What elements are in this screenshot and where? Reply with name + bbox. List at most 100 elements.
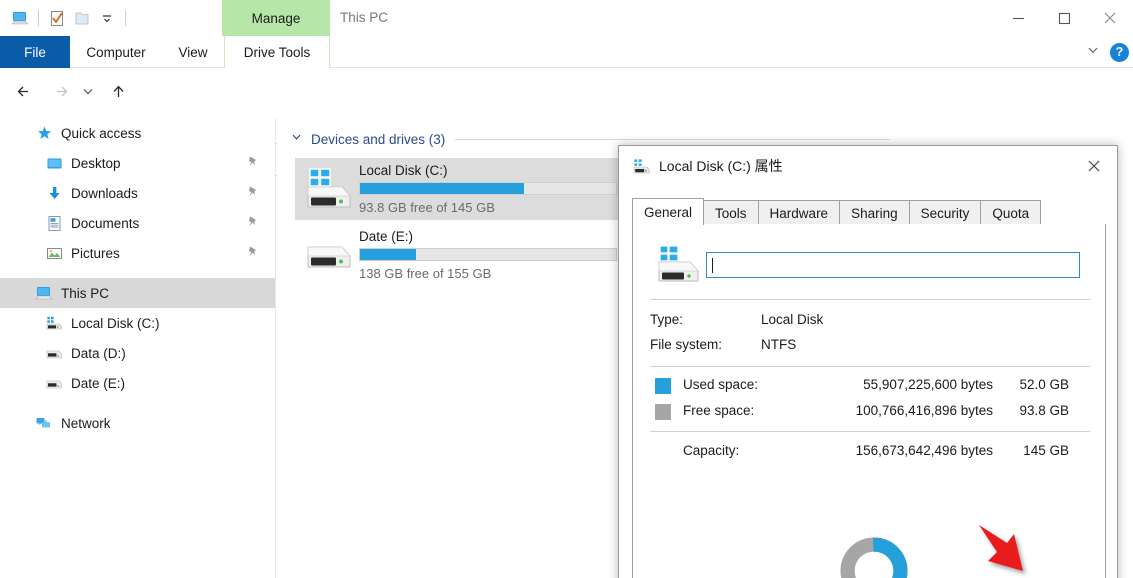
capacity-bytes: 156,673,642,496 bytes — [823, 443, 993, 458]
network-icon — [34, 413, 54, 433]
sidebar-item-label: Data (D:) — [71, 346, 126, 361]
tab-tools[interactable]: Tools — [703, 200, 759, 225]
pin-icon[interactable] — [246, 155, 259, 171]
recent-locations-icon[interactable] — [76, 75, 100, 107]
sidebar-item-documents[interactable]: Documents — [0, 208, 275, 238]
sidebar-item-pictures[interactable]: Pictures — [0, 238, 275, 268]
windows-drive-icon — [44, 313, 64, 333]
capacity-label: Capacity: — [683, 443, 739, 458]
navigation-pane: Quick access Desktop Downloads Docume — [0, 118, 276, 578]
tab-computer[interactable]: Computer — [70, 36, 162, 68]
divider-1 — [650, 299, 1090, 300]
toolbar-divider — [38, 10, 39, 26]
sidebar-item-network[interactable]: Network — [0, 408, 275, 438]
free-space-gb: 93.8 GB — [1003, 403, 1069, 418]
this-pc-icon[interactable] — [10, 8, 30, 28]
free-space-label: Free space: — [683, 403, 754, 418]
divider-3 — [650, 431, 1090, 432]
title-bar: Manage This PC — [0, 0, 1133, 36]
close-button[interactable] — [1087, 0, 1133, 36]
pin-icon[interactable] — [246, 185, 259, 201]
sidebar-item-label: This PC — [61, 286, 109, 301]
drive-free-text: 93.8 GB free of 145 GB — [359, 200, 617, 215]
tab-security-label: Security — [921, 206, 970, 221]
drive-tile-local-disk-c[interactable]: Local Disk (C:) 93.8 GB free of 145 GB — [295, 158, 625, 220]
drive-tile-info: Local Disk (C:) 93.8 GB free of 145 GB — [359, 163, 625, 215]
sidebar-item-downloads[interactable]: Downloads — [0, 178, 275, 208]
sidebar-item-label: Network — [61, 416, 111, 431]
sidebar-spacer — [0, 268, 275, 278]
tab-general[interactable]: General — [632, 198, 704, 225]
customize-dropdown-icon[interactable] — [97, 8, 117, 28]
dialog-title-bar: Local Disk (C:) 属性 — [619, 146, 1117, 186]
quick-access-toolbar — [10, 5, 129, 31]
sidebar-item-label: Desktop — [71, 156, 121, 171]
dialog-close-button[interactable] — [1071, 146, 1117, 186]
drive-tile-date-e[interactable]: Date (E:) 138 GB free of 155 GB — [295, 224, 625, 286]
pictures-icon — [44, 243, 64, 263]
pin-icon[interactable] — [246, 215, 259, 231]
sidebar-item-data-d[interactable]: Data (D:) — [0, 338, 275, 368]
drive-usage-bar — [359, 182, 617, 195]
sidebar-item-label: Documents — [71, 216, 139, 231]
tab-view[interactable]: View — [162, 36, 224, 68]
sidebar-item-this-pc[interactable]: This PC — [0, 278, 275, 308]
filesystem-value: NTFS — [761, 337, 796, 352]
tab-hardware[interactable]: Hardware — [758, 200, 841, 225]
contextual-tab-label: Manage — [252, 11, 301, 26]
sidebar-item-date-e[interactable]: Date (E:) — [0, 368, 275, 398]
type-value: Local Disk — [761, 312, 823, 327]
tab-view-label: View — [178, 45, 207, 60]
contextual-tab-manage[interactable]: Manage — [222, 0, 330, 36]
drive-free-text: 138 GB free of 155 GB — [359, 266, 617, 281]
sidebar-item-label: Downloads — [71, 186, 138, 201]
group-header-label: Devices and drives (3) — [311, 132, 445, 147]
dialog-tab-strip: General Tools Hardware Sharing Security … — [632, 198, 1106, 225]
volume-label-input[interactable] — [706, 252, 1080, 278]
sidebar-spacer-2 — [0, 398, 275, 408]
sidebar-item-local-disk-c[interactable]: Local Disk (C:) — [0, 308, 275, 338]
tab-quota[interactable]: Quota — [980, 200, 1041, 225]
tab-sharing[interactable]: Sharing — [839, 200, 910, 225]
chevron-down-icon[interactable] — [1086, 43, 1100, 62]
drive-usage-fill — [360, 249, 416, 260]
ribbon-right-controls: ? — [1086, 36, 1129, 68]
tab-general-label: General — [644, 205, 692, 220]
new-folder-icon[interactable] — [72, 8, 92, 28]
drive-tile-info: Date (E:) 138 GB free of 155 GB — [359, 229, 625, 281]
tab-computer-label: Computer — [86, 45, 145, 60]
sidebar-item-label: Quick access — [61, 126, 141, 141]
pin-icon[interactable] — [246, 245, 259, 261]
tab-file[interactable]: File — [0, 36, 70, 68]
used-space-label: Used space: — [683, 377, 758, 392]
sidebar-item-quick-access[interactable]: Quick access — [0, 118, 275, 148]
minimize-button[interactable] — [995, 0, 1041, 36]
help-button[interactable]: ? — [1110, 43, 1129, 62]
window-controls — [995, 0, 1133, 36]
sidebar-item-label: Date (E:) — [71, 376, 125, 391]
sidebar-item-desktop[interactable]: Desktop — [0, 148, 275, 178]
free-space-swatch — [655, 404, 671, 420]
this-pc-icon — [34, 283, 54, 303]
downloads-icon — [44, 183, 64, 203]
tab-security[interactable]: Security — [909, 200, 982, 225]
disk-usage-donut-chart — [840, 537, 908, 578]
filesystem-label: File system: — [650, 337, 722, 352]
used-space-swatch — [655, 378, 671, 394]
maximize-button[interactable] — [1041, 0, 1087, 36]
back-arrow-icon[interactable] — [8, 75, 40, 107]
forward-arrow-icon[interactable] — [44, 75, 76, 107]
toolbar-divider-2 — [125, 10, 126, 26]
tab-drive-tools[interactable]: Drive Tools — [224, 36, 330, 68]
tab-drive-tools-label: Drive Tools — [244, 45, 311, 60]
documents-icon — [44, 213, 64, 233]
up-arrow-icon[interactable] — [102, 75, 134, 107]
tab-sharing-label: Sharing — [851, 206, 898, 221]
window-title: This PC — [340, 0, 388, 36]
free-space-bytes: 100,766,416,896 bytes — [823, 403, 993, 418]
chevron-down-icon[interactable] — [290, 130, 303, 148]
properties-icon[interactable] — [47, 8, 67, 28]
group-header-rule — [455, 139, 890, 140]
sidebar-item-label: Local Disk (C:) — [71, 316, 160, 331]
used-space-bytes: 55,907,225,600 bytes — [823, 377, 993, 392]
